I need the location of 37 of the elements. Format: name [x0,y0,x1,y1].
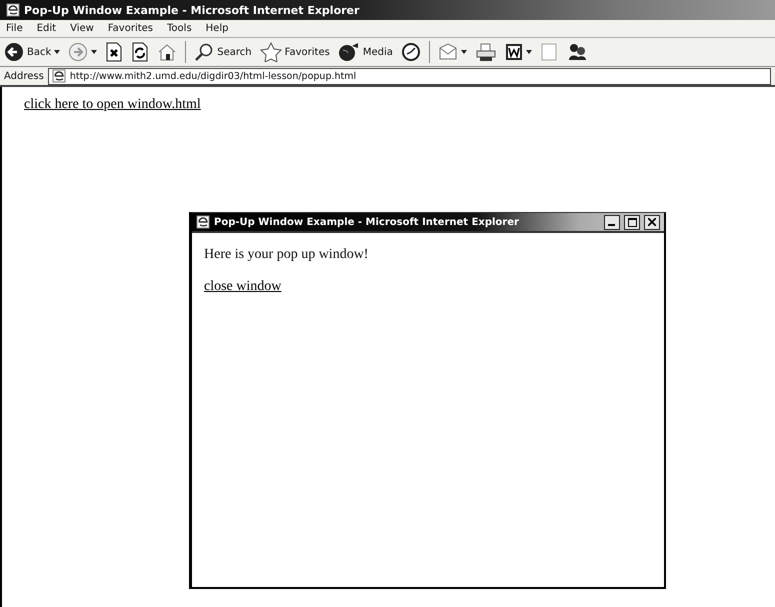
close-button[interactable] [644,214,660,230]
page-icon [52,69,66,83]
word-icon[interactable] [504,43,523,61]
maximize-button[interactable] [624,214,640,230]
printer-icon[interactable] [474,42,497,62]
caret-icon[interactable] [91,50,98,54]
menu-item[interactable]: Edit [36,23,56,34]
ie-icon [6,3,20,17]
toolbar-button[interactable]: Favorites [260,42,330,62]
menu-item[interactable]: View [70,23,94,34]
search-icon [194,42,214,62]
caret-icon[interactable] [526,50,532,54]
popup-title: Pop-Up Window Example - Microsoft Internet Explorer [214,216,520,228]
popup-message: Here is your pop up window! [204,247,370,263]
envelope-icon[interactable] [438,42,458,62]
menu-item[interactable]: Help [206,23,228,34]
toolbar-button[interactable]: Media [338,42,393,62]
maximize-icon [628,218,636,226]
close-icon [648,218,656,226]
caret-icon[interactable] [460,50,467,54]
menu-item[interactable]: File [6,23,23,34]
star-icon [260,42,282,62]
refresh-icon[interactable] [131,42,150,62]
clock-icon[interactable] [400,42,421,62]
close-window-link[interactable]: close window [204,279,282,294]
open-window-link[interactable]: click here to open window.html [24,97,201,112]
address-field[interactable]: http://www.mith2.umd.edu/digdir03/html-lesson/popup.html [48,68,771,84]
toolbar-button[interactable]: Back [4,42,52,62]
address-label: Address [4,70,44,82]
toolbar-button[interactable]: Search [194,42,252,62]
minimize-button[interactable] [604,214,620,230]
window-title: Pop-Up Window Example - Microsoft Internet Explorer [24,4,360,16]
caret-icon[interactable] [54,50,60,54]
menu-item[interactable]: Tools [167,23,192,34]
stop-icon[interactable] [105,42,124,62]
menu-item[interactable]: Favorites [108,23,154,34]
home-icon[interactable] [157,42,178,62]
